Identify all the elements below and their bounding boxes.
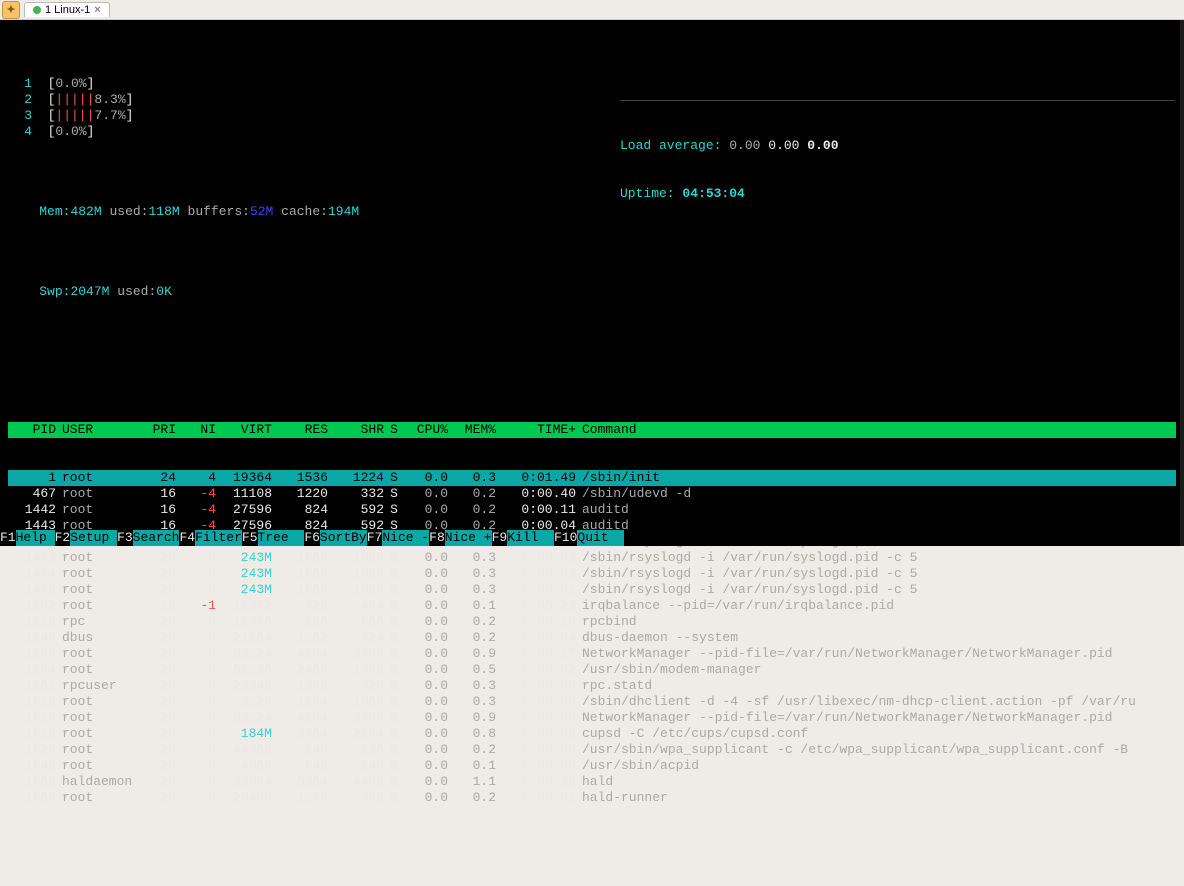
process-row[interactable]: 467root16-4111081220332S0.00.20:00.40/sb… [8, 486, 1176, 502]
uptime-value: 04:53:04 [682, 186, 744, 201]
load-5: 0.00 [768, 138, 799, 153]
col-shr[interactable]: SHR [328, 422, 384, 438]
process-row[interactable]: 1648root2004080648540S0.00.10:00.00/usr/… [8, 758, 1176, 774]
process-row[interactable]: 1615root200912015641080S0.00.30:00.00/sb… [8, 694, 1176, 710]
col-virt[interactable]: VIRT [216, 422, 272, 438]
process-row[interactable]: 1618root200184M37842864S0.00.80:00.05cup… [8, 726, 1176, 742]
col-ni[interactable]: NI [176, 422, 216, 438]
process-row[interactable]: 1442root16-427596824592S0.00.20:00.11aud… [8, 502, 1176, 518]
process-table[interactable]: 1root2441936415361224S0.00.30:01.49/sbin… [8, 470, 1176, 806]
cpu-meters: 1 [ 0.0%]2 [||||| 8.3%]3 [||||| 7.7% [8, 76, 1176, 140]
process-row[interactable]: 1475root200243M16561096S0.00.30:00.01/sb… [8, 582, 1176, 598]
mem-total: 482M [70, 204, 101, 219]
col-pri[interactable]: PRI [136, 422, 176, 438]
connection-status-icon [33, 6, 41, 14]
tab-bar: ✦ 1 Linux-1 × [0, 0, 1184, 20]
fkey-f2[interactable]: F2Setup [55, 530, 117, 546]
scrollbar[interactable] [1180, 20, 1184, 546]
divider [620, 100, 1175, 101]
process-row[interactable]: 1564root2005813624561968S0.00.50:00.02/u… [8, 662, 1176, 678]
process-row[interactable]: 1560root2009312445043700S0.00.90:00.17Ne… [8, 646, 1176, 662]
process-row[interactable]: 1549dbus200215841152724S0.00.20:00.04dbu… [8, 630, 1176, 646]
cpu-meter-4: 4 [ 0.0%] [8, 124, 1176, 140]
col-mempct[interactable]: MEM% [448, 422, 496, 438]
col-user[interactable]: USER [56, 422, 136, 438]
mem-line: Mem:482M used:118M buffers:52M cache:194… [8, 188, 1176, 236]
process-row[interactable]: 1473root200243M16561096S0.00.30:00.03/sb… [8, 550, 1176, 566]
process-row[interactable]: 1474root200243M16561096S0.00.30:00.03/sb… [8, 566, 1176, 582]
col-cpupct[interactable]: CPU% [400, 422, 448, 438]
col-pid[interactable]: PID [8, 422, 56, 438]
new-tab-button[interactable]: ✦ [2, 1, 20, 19]
mem-cache: 194M [328, 204, 359, 219]
swp-line: Swp:2047M used:0K [8, 268, 1176, 316]
process-row[interactable]: 1518rpc20018976896656S0.00.20:00.10rpcbi… [8, 614, 1176, 630]
process-row[interactable]: 1620root20044988840536S0.00.20:00.00/usr… [8, 742, 1176, 758]
fkey-f3[interactable]: F3Search [117, 530, 179, 546]
fkey-f10[interactable]: F10Quit [554, 530, 624, 546]
mem-used: 118M [148, 204, 179, 219]
process-row[interactable]: 1502root19-118372728464S0.00.10:05.23irq… [8, 598, 1176, 614]
tab-linux-1[interactable]: 1 Linux-1 × [24, 2, 110, 17]
fkey-f9[interactable]: F9Kill [492, 530, 554, 546]
fkey-f1[interactable]: F1Help [0, 530, 55, 546]
col-command[interactable]: Command [576, 422, 1176, 438]
cpu-meter-3: 3 [||||| 7.7%] [8, 108, 1176, 124]
load-1: 0.00 [729, 138, 760, 153]
fkey-f8[interactable]: F8Nice + [429, 530, 491, 546]
swp-used: 0K [156, 284, 172, 299]
system-info: Load average: 0.00 0.00 0.00 Uptime: 04:… [620, 106, 839, 234]
swp-total: 2047M [70, 284, 109, 299]
fkey-f6[interactable]: F6SortBy [304, 530, 366, 546]
fkey-f7[interactable]: F7Nice - [367, 530, 429, 546]
fkey-f5[interactable]: F5Tree [242, 530, 304, 546]
process-row[interactable]: 1581rpcuser200233481368920S0.00.30:00.00… [8, 678, 1176, 694]
mem-buffers: 52M [250, 204, 273, 219]
terminal-view[interactable]: 1 [ 0.0%]2 [||||| 8.3%]3 [||||| 7.7% [0, 20, 1184, 546]
process-header[interactable]: PIDUSERPRINIVIRTRESSHRSCPU%MEM%TIME+Comm… [8, 422, 1176, 438]
col-timeplus[interactable]: TIME+ [496, 422, 576, 438]
fkey-f4[interactable]: F4Filter [179, 530, 241, 546]
col-res[interactable]: RES [272, 422, 328, 438]
tab-close-icon[interactable]: × [94, 4, 100, 16]
process-row[interactable]: 1616root2009312445043700S0.00.90:00.00Ne… [8, 710, 1176, 726]
cpu-meter-1: 1 [ 0.0%] [8, 76, 1176, 92]
col-s[interactable]: S [384, 422, 400, 438]
process-row[interactable]: 1658haldaemon2003906453844408S0.01.10:00… [8, 774, 1176, 790]
function-key-bar: F1Help F2Setup F3SearchF4FilterF5Tree F6… [0, 530, 1184, 546]
process-row[interactable]: 1659root200204001176968S0.00.20:00.01hal… [8, 790, 1176, 806]
tab-title: 1 Linux-1 [45, 4, 90, 16]
process-row[interactable]: 1root2441936415361224S0.00.30:01.49/sbin… [8, 470, 1176, 486]
load-15: 0.00 [807, 138, 838, 153]
